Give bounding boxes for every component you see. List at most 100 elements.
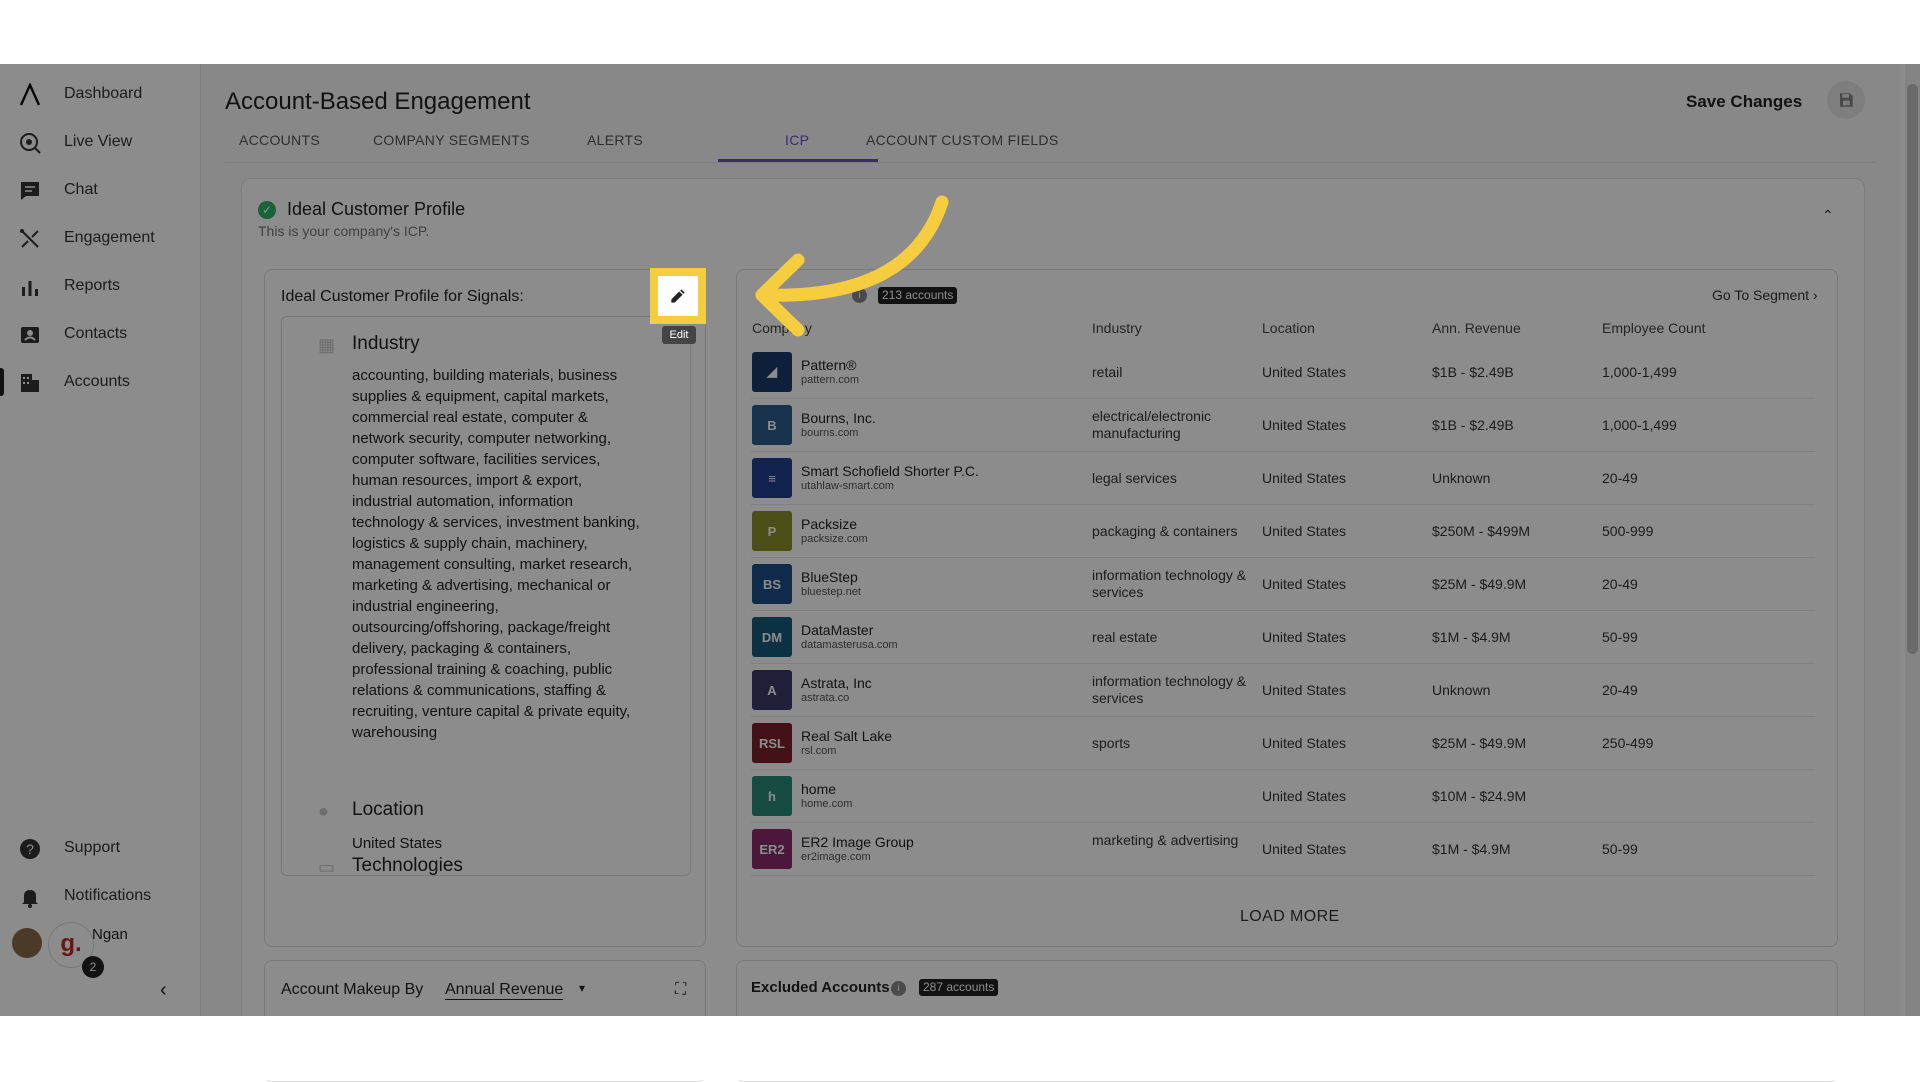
sidebar-item-contacts[interactable]: Contacts [0,314,200,354]
tab-alerts[interactable]: ALERTS [587,132,643,148]
edit-button[interactable] [658,276,698,316]
company-domain: datamasterusa.com [801,639,898,651]
go-to-segment-link[interactable]: Go To Segment › [1712,287,1818,303]
user-name: Ngan [92,926,128,943]
contacts-icon [21,327,39,343]
location-title: Location [352,799,424,820]
revenue-cell: $25M - $49.9M [1432,735,1527,751]
page-title: Account-Based Engagement [225,88,531,115]
location-cell: United States [1262,470,1347,486]
load-more-button[interactable]: LOAD MORE [1240,908,1340,926]
engagement-icon [20,229,39,248]
chevron-up-icon[interactable]: ⌃ [1822,207,1834,224]
revenue-cell: Unknown [1432,682,1491,698]
company-domain: astrata.co [801,692,850,704]
table-row[interactable]: ◢ Pattern® pattern.com retail United States $… [751,346,1815,399]
table-row[interactable]: BS BlueStep bluestep.net information techno… [751,558,1815,611]
sidebar-item-label: Accounts [64,373,130,390]
company-name[interactable]: Astrata, Inc [801,675,872,691]
table-row[interactable]: A Astrata, Inc astrata.co information techn… [751,664,1815,717]
company-name[interactable]: Smart Schofield Shorter P.C. [801,463,979,479]
company-logo: ER2 [752,829,792,869]
company-name[interactable]: BlueStep [801,569,858,585]
employees-cell: 20-49 [1602,470,1638,486]
sidebar-item-reports[interactable]: Reports [0,266,200,306]
company-domain: packsize.com [801,533,868,545]
company-logo: RSL [752,723,792,763]
industry-title: Industry [352,333,420,354]
sidebar-item-label: Live View [64,133,133,150]
sidebar-item-dashboard[interactable]: Dashboard [0,74,200,114]
location-value: United States [352,835,443,852]
location-cell: United States [1262,417,1347,433]
sidebar-item-live-view[interactable]: Live View [0,122,200,162]
company-domain: er2image.com [801,851,871,863]
save-changes-label[interactable]: Save Changes [1686,92,1802,112]
location-cell: United States [1262,629,1347,645]
notification-count-badge: 2 [82,956,104,978]
edit-tooltip: Edit [662,326,696,344]
sidebar-item-label: Contacts [64,325,128,342]
employees-cell: 250-499 [1602,735,1654,751]
revenue-cell: $10M - $24.9M [1432,788,1527,804]
info-icon[interactable]: i [891,981,906,996]
save-button[interactable] [1827,81,1865,119]
revenue-cell: $1M - $4.9M [1432,841,1511,857]
tab-company-segments[interactable]: COMPANY SEGMENTS [373,132,530,148]
tab-bar: ACCOUNTS COMPANY SEGMENTS ALERTS ICP ACC… [225,120,1875,163]
table-row[interactable]: ER2 ER2 Image Group er2image.com marketing … [751,823,1815,876]
industry-list: accounting, building materials, business… [352,367,640,741]
makeup-select[interactable]: Annual Revenue [445,981,564,1000]
location-pin-icon: ● [318,801,329,821]
table-row[interactable]: B Bourns, Inc. bourns.com electrical/electr… [751,399,1815,452]
employees-cell: 20-49 [1602,682,1638,698]
sidebar-item-label: Engagement [64,229,155,246]
collapse-sidebar-chevron-icon[interactable]: ‹ [160,979,167,1002]
revenue-cell: $1B - $2.49B [1432,364,1514,380]
revenue-cell: $1B - $2.49B [1432,417,1514,433]
table-row[interactable]: DM DataMaster datamasterusa.com real estate… [751,611,1815,664]
user-menu[interactable]: g. 2 Ngan [12,922,192,982]
employees-cell: 1,000-1,499 [1602,417,1677,433]
signals-panel-title: Ideal Customer Profile for Signals: [281,288,524,305]
save-icon [1840,93,1853,107]
industry-cell: information technology & services [1092,673,1247,706]
table-row[interactable]: RSL Real Salt Lake rsl.com sports United Sta… [751,717,1815,770]
industry-cell: legal services [1092,470,1177,486]
check-circle-icon: ✓ [258,201,276,219]
table-row[interactable]: ≡ Smart Schofield Shorter P.C. utahlaw-sma… [751,452,1815,505]
tab-icp[interactable]: ICP [785,132,809,148]
sidebar-item-support[interactable]: ? Support [0,828,200,868]
company-name[interactable]: Pattern® [801,357,856,373]
tab-accounts[interactable]: ACCOUNTS [239,132,320,148]
help-icon: ? [20,839,40,859]
sidebar-item-notifications[interactable]: Notifications [0,876,200,916]
company-logo: A [752,670,792,710]
company-logo: B [752,405,792,445]
technologies-title: Technologies [352,855,463,876]
col-header-employees: Employee Count [1602,320,1706,336]
scrollbar-thumb[interactable] [1907,84,1918,654]
table-row[interactable]: P Packsize packsize.com packaging & contain… [751,505,1815,558]
industry-cell: marketing & advertising [1092,832,1239,848]
tab-account-custom-fields[interactable]: ACCOUNT CUSTOM FIELDS [866,132,1058,148]
company-name[interactable]: ER2 Image Group [801,834,914,850]
company-name[interactable]: DataMaster [801,622,873,638]
sidebar-item-accounts[interactable]: Accounts [0,362,200,402]
company-name[interactable]: Bourns, Inc. [801,410,876,426]
company-logo: ≡ [752,458,792,498]
sidebar-item-chat[interactable]: Chat [0,170,200,210]
annotation-arrow [755,195,949,337]
logo-icon [19,83,41,106]
company-name[interactable]: home [801,781,836,797]
company-name[interactable]: Real Salt Lake [801,728,892,744]
expand-icon[interactable]: ⛶ [675,981,686,999]
table-row[interactable]: h home home.com United States $10M - $24.9M [751,770,1815,823]
sidebar-item-engagement[interactable]: Engagement [0,218,200,258]
icp-criteria-box[interactable]: ▦ Industry accounting, building material… [281,316,691,876]
chevron-down-icon[interactable]: ▾ [579,981,585,995]
col-header-industry: Industry [1092,320,1142,336]
company-name[interactable]: Packsize [801,516,857,532]
company-logo: ◢ [752,352,792,392]
employees-cell: 50-99 [1602,841,1638,857]
